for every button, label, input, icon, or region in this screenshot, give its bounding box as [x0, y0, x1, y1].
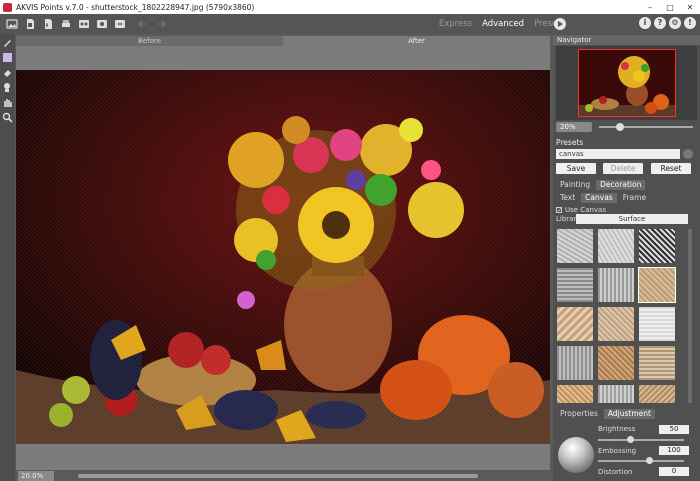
info-icon[interactable]: i	[639, 17, 651, 29]
tab-painting[interactable]: Painting	[556, 180, 594, 190]
tab-frame[interactable]: Frame	[619, 193, 650, 203]
texture-item[interactable]	[639, 307, 675, 341]
texture-item[interactable]	[557, 268, 593, 302]
save-file-icon[interactable]	[41, 18, 54, 31]
eraser-icon[interactable]	[2, 67, 13, 78]
navigator-zoom-slider[interactable]	[599, 126, 693, 128]
presets-dropdown[interactable]: canvas	[556, 149, 680, 159]
window-title: AKVIS Points v.7.0 - shutterstock_180222…	[16, 2, 255, 12]
properties-tabs: Properties Adjustment	[556, 409, 657, 419]
navigator-header: Navigator	[553, 35, 700, 45]
library-dropdown[interactable]: Surface	[576, 214, 688, 224]
decoration-tabs: Text Canvas Frame	[556, 193, 652, 203]
painted-still-life-image	[16, 70, 550, 444]
settings-panel: Navigator 20% Presets canvas Save Delete…	[553, 34, 700, 481]
navigator-preview[interactable]	[556, 46, 697, 120]
use-canvas-checkbox[interactable]: ✓	[556, 207, 562, 214]
texture-item[interactable]	[639, 229, 675, 263]
texture-item[interactable]	[598, 307, 634, 341]
zoom-icon[interactable]	[2, 112, 13, 123]
before-after-bar: Before After	[16, 36, 550, 46]
delete-preset-button[interactable]: Delete	[603, 163, 643, 174]
open-image-icon[interactable]	[5, 18, 18, 31]
zoom-readout[interactable]: 20.0%	[18, 471, 54, 481]
texture-item[interactable]	[639, 385, 675, 403]
embossing-value[interactable]: 100	[659, 446, 689, 455]
navigator-thumbnail[interactable]	[578, 49, 676, 117]
tools-panel	[0, 34, 15, 481]
hand-icon[interactable]	[2, 97, 13, 108]
window-controls: – □ ✕	[640, 0, 700, 14]
title-bar: AKVIS Points v.7.0 - shutterstock_180222…	[0, 0, 700, 14]
embossing-slider[interactable]	[598, 460, 684, 462]
tab-decoration[interactable]: Decoration	[596, 180, 646, 190]
status-bar: 20.0%	[16, 471, 550, 481]
mode-express[interactable]: Express	[439, 19, 472, 29]
light-direction-sphere[interactable]	[558, 437, 594, 473]
tab-after[interactable]: After	[283, 36, 550, 46]
share-icon[interactable]	[95, 18, 108, 31]
distortion-value[interactable]: 0	[659, 467, 689, 476]
help-icon[interactable]: ?	[654, 17, 666, 29]
app-icon	[3, 2, 12, 12]
open-file-icon[interactable]	[23, 18, 36, 31]
texture-item[interactable]	[598, 385, 634, 403]
print-icon[interactable]	[59, 18, 72, 31]
tab-before[interactable]: Before	[16, 36, 283, 46]
texture-item[interactable]	[639, 346, 675, 380]
main-toolbar: Express Advanced Presets i ? ⚙ !	[0, 14, 700, 34]
favorite-preset-icon[interactable]	[683, 149, 693, 159]
texture-item[interactable]	[598, 229, 634, 263]
brightness-knob[interactable]	[627, 436, 634, 443]
embossing-label: Embossing	[598, 447, 637, 455]
navigator-title: Navigator	[557, 36, 592, 44]
brush-icon[interactable]	[2, 37, 13, 48]
navigator-zoom-knob[interactable]	[616, 123, 624, 131]
texture-item[interactable]	[557, 229, 593, 263]
distortion-label: Distortion	[598, 468, 633, 476]
embossing-knob[interactable]	[646, 457, 653, 464]
reset-preset-button[interactable]: Reset	[651, 163, 691, 174]
presets-label: Presets	[556, 138, 584, 147]
run-button[interactable]	[554, 18, 566, 30]
save-preset-button[interactable]: Save	[556, 163, 596, 174]
tab-text[interactable]: Text	[556, 193, 579, 203]
maximize-button[interactable]: □	[660, 0, 680, 14]
use-canvas-row: ✓ Use Canvas	[556, 206, 606, 214]
settings-icon[interactable]: ⚙	[669, 17, 681, 29]
navigator-zoom-select[interactable]: 20%	[556, 122, 592, 132]
mode-tabs: Express Advanced Presets	[429, 14, 565, 34]
plugin-icon[interactable]	[113, 18, 126, 31]
stamp-icon[interactable]	[2, 82, 13, 93]
horizontal-scrollbar[interactable]	[78, 474, 478, 478]
use-canvas-label: Use Canvas	[565, 206, 606, 214]
mode-advanced[interactable]: Advanced	[482, 19, 524, 29]
batch-icon[interactable]	[77, 18, 90, 31]
brightness-slider[interactable]	[598, 439, 684, 441]
area-selection-icon[interactable]	[2, 52, 13, 63]
help-icons: i ? ⚙ !	[636, 17, 696, 29]
texture-scrollbar[interactable]	[688, 229, 692, 403]
main-tabs: Painting Decoration	[556, 180, 647, 190]
brightness-value[interactable]: 50	[659, 425, 689, 434]
brightness-label: Brightness	[598, 425, 636, 433]
news-icon[interactable]: !	[684, 17, 696, 29]
image-canvas[interactable]	[16, 46, 550, 470]
undo-icon[interactable]	[136, 18, 149, 31]
tab-adjustment[interactable]: Adjustment	[603, 409, 655, 419]
texture-item[interactable]	[598, 346, 634, 380]
texture-item[interactable]	[598, 268, 634, 302]
texture-item[interactable]	[557, 346, 593, 380]
texture-item[interactable]	[557, 385, 593, 403]
tab-canvas[interactable]: Canvas	[581, 193, 617, 203]
minimize-button[interactable]: –	[640, 0, 660, 14]
tab-properties[interactable]: Properties	[556, 409, 602, 419]
close-button[interactable]: ✕	[680, 0, 700, 14]
texture-item-selected[interactable]	[638, 267, 676, 303]
texture-item[interactable]	[557, 307, 593, 341]
redo-icon[interactable]	[154, 18, 167, 31]
